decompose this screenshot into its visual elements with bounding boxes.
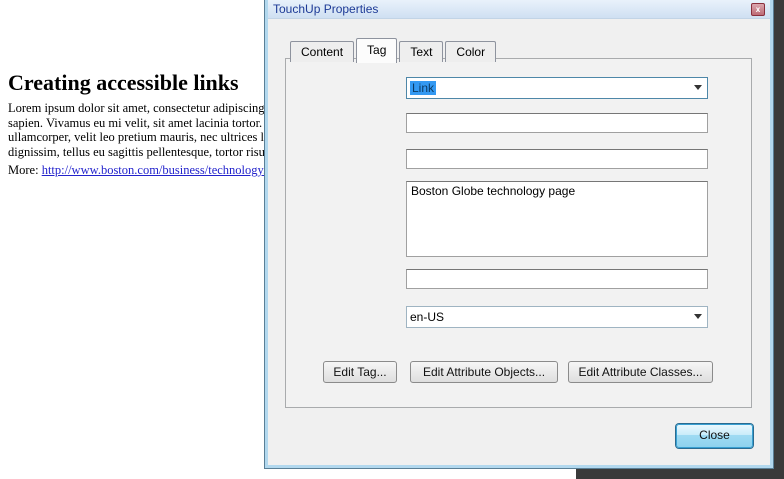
title-input[interactable]	[406, 113, 708, 133]
edit-tag-button[interactable]: Edit Tag...	[323, 361, 397, 383]
touchup-properties-dialog: TouchUp Properties x Content Tag Text Co…	[265, 0, 773, 468]
edit-attribute-classes-button[interactable]: Edit Attribute Classes...	[568, 361, 713, 383]
dialog-title: TouchUp Properties	[273, 2, 378, 16]
dialog-titlebar[interactable]: TouchUp Properties x	[268, 0, 770, 19]
document-more-line: More: http://www.boston.com/business/tec…	[8, 163, 267, 178]
type-combobox[interactable]: Link	[406, 77, 708, 99]
language-combobox[interactable]: en-US	[406, 306, 708, 328]
tab-strip: Content Tag Text Color	[290, 37, 498, 62]
alternate-text-textarea[interactable]: Boston Globe technology page	[406, 181, 708, 257]
document-hyperlink[interactable]: http://www.boston.com/business/technolog…	[42, 163, 268, 177]
tab-color[interactable]: Color	[445, 41, 496, 62]
id-input[interactable]	[406, 269, 708, 289]
close-button[interactable]: Close	[676, 424, 753, 448]
chevron-down-icon	[694, 314, 702, 319]
document-heading: Creating accessible links	[8, 70, 239, 96]
tab-content[interactable]: Content	[290, 41, 354, 62]
more-label: More:	[8, 163, 42, 177]
language-selected-value: en-US	[410, 310, 444, 324]
tab-tag[interactable]: Tag	[356, 38, 397, 63]
screen: Creating accessible links Lorem ipsum do…	[0, 0, 784, 479]
close-icon[interactable]: x	[751, 3, 765, 16]
type-selected-value: Link	[410, 81, 436, 95]
dialog-body: Content Tag Text Color Type: Link Title:…	[268, 19, 770, 465]
document-paragraph: Lorem ipsum dolor sit amet, consectetur …	[8, 101, 274, 159]
tab-text[interactable]: Text	[399, 41, 443, 62]
actual-text-input[interactable]	[406, 149, 708, 169]
edit-attribute-objects-button[interactable]: Edit Attribute Objects...	[410, 361, 558, 383]
chevron-down-icon	[694, 85, 702, 90]
